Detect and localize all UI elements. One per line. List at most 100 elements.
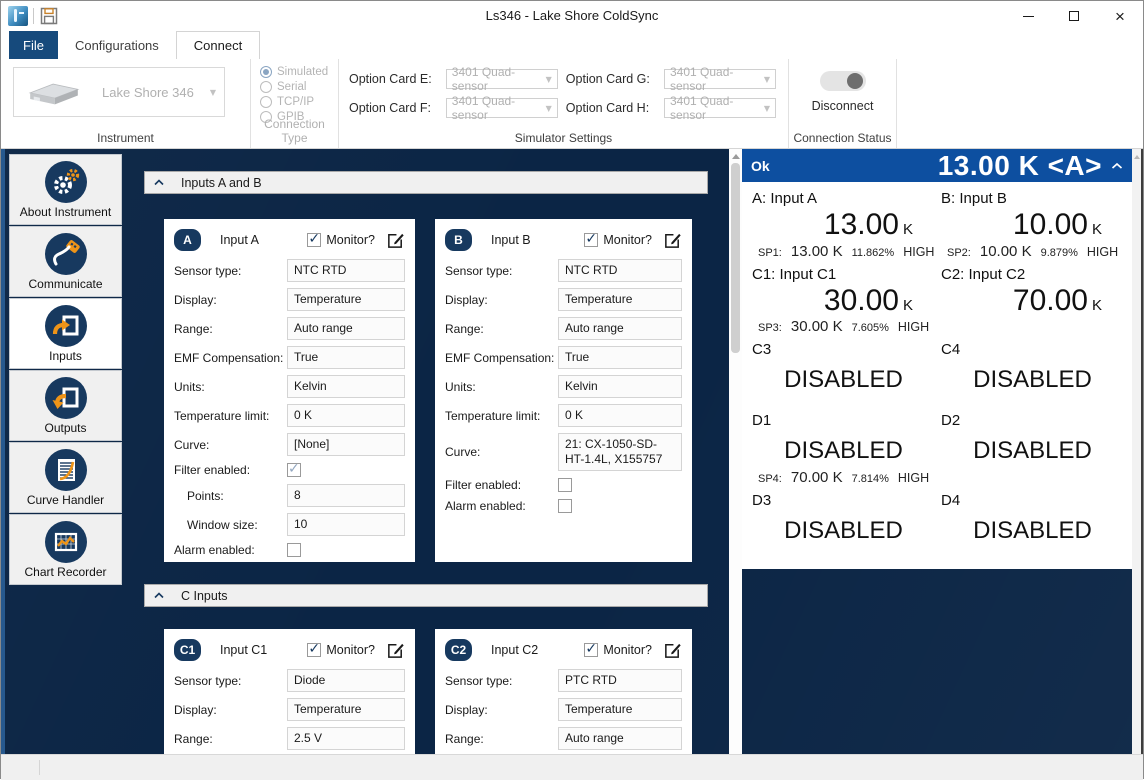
dropdown-caret-icon: ▼ [546, 75, 552, 84]
monitor-checkbox[interactable] [307, 643, 321, 657]
tab-connect[interactable]: Connect [176, 31, 260, 59]
curve-document-icon [45, 449, 87, 491]
reading-c4: C4 DISABLED [939, 339, 1128, 410]
sidebar-item-chart-recorder[interactable]: Chart Recorder [9, 514, 122, 585]
reading-input-c1: C1: Input C1 30.00K SP3: 30.00 K 7.605% … [750, 264, 939, 340]
input-c1-badge: C1 [174, 639, 201, 661]
range-field[interactable]: Auto range [558, 317, 682, 340]
edit-button[interactable] [662, 230, 682, 250]
curve-field[interactable]: [None] [287, 433, 405, 456]
scroll-up-arrow-icon[interactable] [1132, 151, 1141, 163]
content-scrollbar[interactable] [729, 149, 742, 754]
status-bar [1, 754, 1143, 780]
dropdown-caret-icon: ▼ [764, 75, 770, 84]
filter-enabled-checkbox[interactable] [287, 463, 301, 477]
temp-limit-field[interactable]: 0 K [287, 404, 405, 427]
minimize-button[interactable] [1005, 1, 1051, 31]
sidebar-nav: About Instrument Communicate [9, 154, 122, 586]
ribbon-group-connection-type: Simulated Serial TCP/IP GPIB Connection … [251, 59, 339, 148]
radio-serial[interactable]: Serial [260, 81, 338, 93]
connection-toggle[interactable] [820, 71, 866, 91]
main-area: About Instrument Communicate [1, 149, 1143, 754]
option-card-e-dropdown[interactable]: 3401 Quad-sensor ▼ [446, 69, 558, 89]
maximize-button[interactable] [1051, 1, 1097, 31]
display-field[interactable]: Temperature [287, 288, 405, 311]
ribbon-group-simulator-settings: Option Card E: 3401 Quad-sensor ▼ Option… [339, 59, 789, 148]
edit-pencil-icon [663, 641, 682, 660]
monitor-checkbox[interactable] [584, 643, 598, 657]
emf-field[interactable]: True [558, 346, 682, 369]
display-field[interactable]: Temperature [558, 698, 682, 721]
option-card-h-dropdown[interactable]: 3401 Quad-sensor ▼ [664, 98, 776, 118]
edit-button[interactable] [385, 230, 405, 250]
status-badge: Ok [751, 158, 770, 174]
display-field[interactable]: Temperature [287, 698, 405, 721]
monitor-checkbox[interactable] [307, 233, 321, 247]
sidebar-item-communicate[interactable]: Communicate [9, 226, 122, 297]
range-field[interactable]: Auto range [287, 317, 405, 340]
headline-reading: 13.00 K <A> [770, 152, 1102, 180]
instrument-name: Lake Shore 346 [86, 85, 210, 100]
collapse-chevron-icon[interactable] [1111, 162, 1123, 170]
input-a-badge: A [174, 229, 201, 251]
scroll-up-arrow-icon[interactable] [729, 150, 742, 162]
instrument-dropdown[interactable]: Lake Shore 346 ▼ [13, 67, 225, 117]
alarm-enabled-checkbox[interactable] [558, 499, 572, 513]
sidebar-item-inputs[interactable]: Inputs [9, 298, 122, 369]
sensor-type-field[interactable]: NTC RTD [287, 259, 405, 282]
window-right-edge [1141, 149, 1143, 754]
expander-inputs-a-b[interactable]: Inputs A and B [144, 171, 708, 194]
section-title-c: C Inputs [181, 589, 228, 603]
reading-d1: D1 DISABLED SP4: 70.00 K 7.814% HIGH [750, 410, 939, 490]
group-label-connection-type: Connection Type [251, 117, 338, 145]
option-card-g-label: Option Card G: [566, 72, 656, 86]
status-bar-divider [39, 760, 40, 775]
sensor-type-field[interactable]: PTC RTD [558, 669, 682, 692]
points-field[interactable]: 8 [287, 484, 405, 507]
maximize-icon [1069, 11, 1079, 21]
emf-field[interactable]: True [287, 346, 405, 369]
sensor-type-field[interactable]: Diode [287, 669, 405, 692]
close-button[interactable]: × [1097, 1, 1143, 31]
dropdown-caret-icon: ▼ [546, 104, 552, 113]
toggle-knob-icon [847, 73, 863, 89]
range-field[interactable]: 2.5 V [287, 727, 405, 750]
option-card-g-dropdown[interactable]: 3401 Quad-sensor ▼ [664, 69, 776, 89]
status-panel: Ok 13.00 K <A> A: Input A 13.00K SP1: 13… [742, 149, 1132, 569]
scrollbar-thumb[interactable] [731, 163, 740, 353]
radio-tcpip[interactable]: TCP/IP [260, 96, 338, 108]
sidebar-item-about-instrument[interactable]: About Instrument [9, 154, 122, 225]
temp-limit-field[interactable]: 0 K [558, 404, 682, 427]
instrument-device-icon [22, 77, 86, 107]
section-title-ab: Inputs A and B [181, 176, 262, 190]
group-label-connection-status: Connection Status [789, 131, 896, 145]
alarm-enabled-checkbox[interactable] [287, 543, 301, 557]
window-size-field[interactable]: 10 [287, 513, 405, 536]
filter-enabled-checkbox[interactable] [558, 478, 572, 492]
ribbon: Lake Shore 346 ▼ Instrument Simulated Se… [1, 59, 1143, 149]
display-field[interactable]: Temperature [558, 288, 682, 311]
monitor-checkbox[interactable] [584, 233, 598, 247]
tab-configurations[interactable]: Configurations [58, 31, 176, 59]
usb-plug-icon [45, 233, 87, 275]
edit-button[interactable] [662, 640, 682, 660]
sidebar-item-curve-handler[interactable]: Curve Handler [9, 442, 122, 513]
units-field[interactable]: Kelvin [287, 375, 405, 398]
reading-d2: D2 DISABLED [939, 410, 1128, 490]
edit-button[interactable] [385, 640, 405, 660]
radio-simulated[interactable]: Simulated [260, 66, 338, 78]
expander-c-inputs[interactable]: C Inputs [144, 584, 708, 607]
panel-scrollbar[interactable] [1132, 149, 1141, 754]
input-arrow-icon [45, 305, 87, 347]
chevron-up-icon [154, 179, 164, 186]
range-field[interactable]: Auto range [558, 727, 682, 750]
chart-icon [45, 521, 87, 563]
units-field[interactable]: Kelvin [558, 375, 682, 398]
edit-pencil-icon [663, 231, 682, 250]
tab-file[interactable]: File [9, 31, 58, 59]
gears-icon [45, 161, 87, 203]
curve-field[interactable]: 21: CX-1050-SD-HT-1.4L, X155757 [558, 433, 682, 471]
sensor-type-field[interactable]: NTC RTD [558, 259, 682, 282]
sidebar-item-outputs[interactable]: Outputs [9, 370, 122, 441]
option-card-f-dropdown[interactable]: 3401 Quad-sensor ▼ [446, 98, 558, 118]
